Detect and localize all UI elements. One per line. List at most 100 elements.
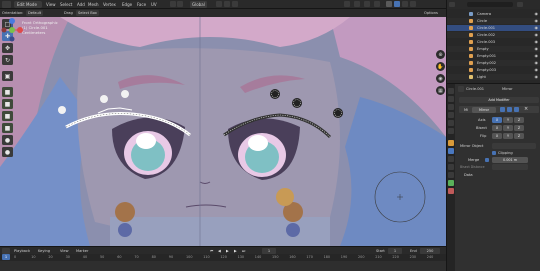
visibility-eye-icon[interactable]: ◉ [535, 53, 539, 59]
add-modifier-button[interactable]: Add Modifier [459, 97, 539, 103]
outliner-item[interactable]: Empty.003 ◉ [447, 67, 540, 73]
outliner-item[interactable]: Circle ◉ [447, 18, 540, 24]
shading-wireframe-icon[interactable] [386, 1, 392, 7]
viewport-toggle-icon[interactable] [507, 107, 512, 112]
pin-icon[interactable] [458, 86, 464, 92]
render-tab-icon[interactable] [448, 96, 454, 102]
constraints-tab-icon[interactable] [448, 172, 454, 178]
tool-tab-icon[interactable] [448, 88, 454, 94]
scale-tool-icon[interactable]: ▣ [2, 71, 13, 81]
outliner-item[interactable]: Empty ◉ [447, 46, 540, 52]
axis-z-toggle[interactable]: Z [514, 117, 524, 123]
bisect-z-toggle[interactable]: Z [514, 125, 524, 131]
outliner-editor-icon[interactable] [449, 2, 455, 7]
visibility-eye-icon[interactable]: ◉ [535, 46, 539, 52]
flip-z-toggle[interactable]: Z [514, 133, 524, 139]
output-tab-icon[interactable] [448, 104, 454, 110]
visibility-eye-icon[interactable]: ◉ [535, 32, 539, 38]
outliner-item[interactable]: Empty.001 ◉ [447, 53, 540, 59]
visibility-eye-icon[interactable]: ◉ [535, 39, 539, 45]
mirror-object-field[interactable] [492, 143, 536, 149]
drag-dropdown[interactable]: Select Box [76, 10, 99, 16]
particles-tab-icon[interactable] [448, 156, 454, 162]
outliner-item[interactable]: Camera ◉ [447, 11, 540, 17]
physics-tab-icon[interactable] [448, 164, 454, 170]
outliner-item[interactable]: Empty.002 ◉ [447, 60, 540, 66]
data-subpanel[interactable]: Data [464, 172, 473, 178]
menu-edge[interactable]: Edge [122, 1, 132, 8]
overlay-toggle-icon[interactable] [364, 1, 370, 7]
bisect-y-toggle[interactable]: Y [503, 125, 513, 131]
modifier-name-field[interactable]: Mirror [472, 107, 496, 113]
material-tab-icon[interactable] [448, 188, 454, 194]
move-tool-icon[interactable]: ✥ [2, 43, 13, 53]
merge-distance-field[interactable]: 0.001 m [492, 157, 528, 163]
extrude-tool-icon[interactable]: ■ [2, 87, 13, 97]
pivot-icon[interactable] [216, 1, 222, 7]
inset-tool-icon[interactable]: ■ [2, 99, 13, 109]
editor-type-icon[interactable] [2, 1, 11, 8]
axis-y-toggle[interactable]: Y [503, 117, 513, 123]
outliner-item[interactable]: Light ◉ [447, 74, 540, 80]
axis-x-toggle[interactable]: X [492, 117, 502, 123]
visibility-eye-icon[interactable]: ◉ [535, 74, 539, 80]
data-tab-icon[interactable] [448, 180, 454, 186]
loop-cut-tool-icon[interactable]: ■ [2, 123, 13, 133]
poly-build-tool-icon[interactable]: ● [2, 147, 13, 157]
rotate-tool-icon[interactable]: ↻ [2, 55, 13, 65]
navigation-gizmo[interactable] [0, 17, 24, 43]
bisect-distance-field[interactable] [492, 164, 528, 170]
view-layer-tab-icon[interactable] [448, 112, 454, 118]
edit-mode-toggle-icon[interactable] [500, 107, 505, 112]
flip-y-toggle[interactable]: Y [503, 133, 513, 139]
flip-x-toggle[interactable]: X [492, 133, 502, 139]
menu-uv[interactable]: UV [151, 1, 157, 8]
orientation-dropdown[interactable]: Default [26, 10, 44, 16]
transform-orientation-dropdown[interactable]: Global [190, 1, 207, 8]
playhead[interactable]: 1 [2, 254, 10, 260]
menu-vertex[interactable]: Vertex [103, 1, 116, 8]
scene-tab-icon[interactable] [448, 120, 454, 126]
edge-select-icon[interactable] [177, 1, 183, 7]
visibility-icon[interactable] [344, 1, 350, 7]
bevel-tool-icon[interactable]: ■ [2, 111, 13, 121]
visibility-eye-icon[interactable]: ◉ [535, 18, 539, 24]
shading-solid-icon[interactable] [394, 1, 400, 7]
knife-tool-icon[interactable]: ● [2, 135, 13, 145]
merge-checkbox[interactable] [485, 158, 489, 162]
options-dropdown[interactable]: Options [424, 10, 438, 16]
zoom-icon[interactable]: ⊕ [436, 50, 445, 59]
menu-face[interactable]: Face [137, 1, 146, 8]
snap-icon[interactable] [224, 1, 230, 7]
proportional-edit-icon[interactable] [232, 1, 238, 7]
menu-view[interactable]: View [46, 1, 56, 8]
camera-view-icon[interactable]: ◉ [436, 74, 445, 83]
visibility-eye-icon[interactable]: ◉ [535, 11, 539, 17]
3d-viewport[interactable]: Front Orthographic (1) Circle.001 Centim… [0, 17, 446, 246]
close-modifier-icon[interactable]: × [524, 107, 529, 112]
world-tab-icon[interactable] [448, 128, 454, 134]
visibility-eye-icon[interactable]: ◉ [535, 25, 539, 31]
render-toggle-icon[interactable] [514, 107, 519, 112]
menu-select[interactable]: Select [60, 1, 72, 8]
outliner-search-input[interactable] [467, 2, 513, 7]
object-tab-icon[interactable] [448, 140, 454, 146]
outliner-item[interactable]: Circle.003 ◉ [447, 39, 540, 45]
outliner-item[interactable]: Circle.002 ◉ [447, 32, 540, 38]
visibility-eye-icon[interactable]: ◉ [535, 67, 539, 73]
pan-icon[interactable]: ✋ [436, 62, 445, 71]
xray-toggle-icon[interactable] [374, 1, 380, 7]
menu-add[interactable]: Add [77, 1, 85, 8]
gizmo-toggle-icon[interactable] [354, 1, 360, 7]
bisect-x-toggle[interactable]: X [492, 125, 502, 131]
shading-rendered-icon[interactable] [410, 1, 416, 7]
modifier-tab-icon[interactable] [448, 148, 454, 154]
shading-material-icon[interactable] [402, 1, 408, 7]
vertex-select-icon[interactable] [170, 1, 176, 7]
outliner-item[interactable]: Circle.001 ◉ [447, 25, 540, 31]
menu-mesh[interactable]: Mesh [88, 1, 99, 8]
clipping-checkbox[interactable] [492, 151, 496, 155]
ortho-toggle-icon[interactable]: ▦ [436, 86, 445, 95]
mode-dropdown[interactable]: Edit Mode [14, 1, 42, 8]
visibility-eye-icon[interactable]: ◉ [535, 60, 539, 66]
